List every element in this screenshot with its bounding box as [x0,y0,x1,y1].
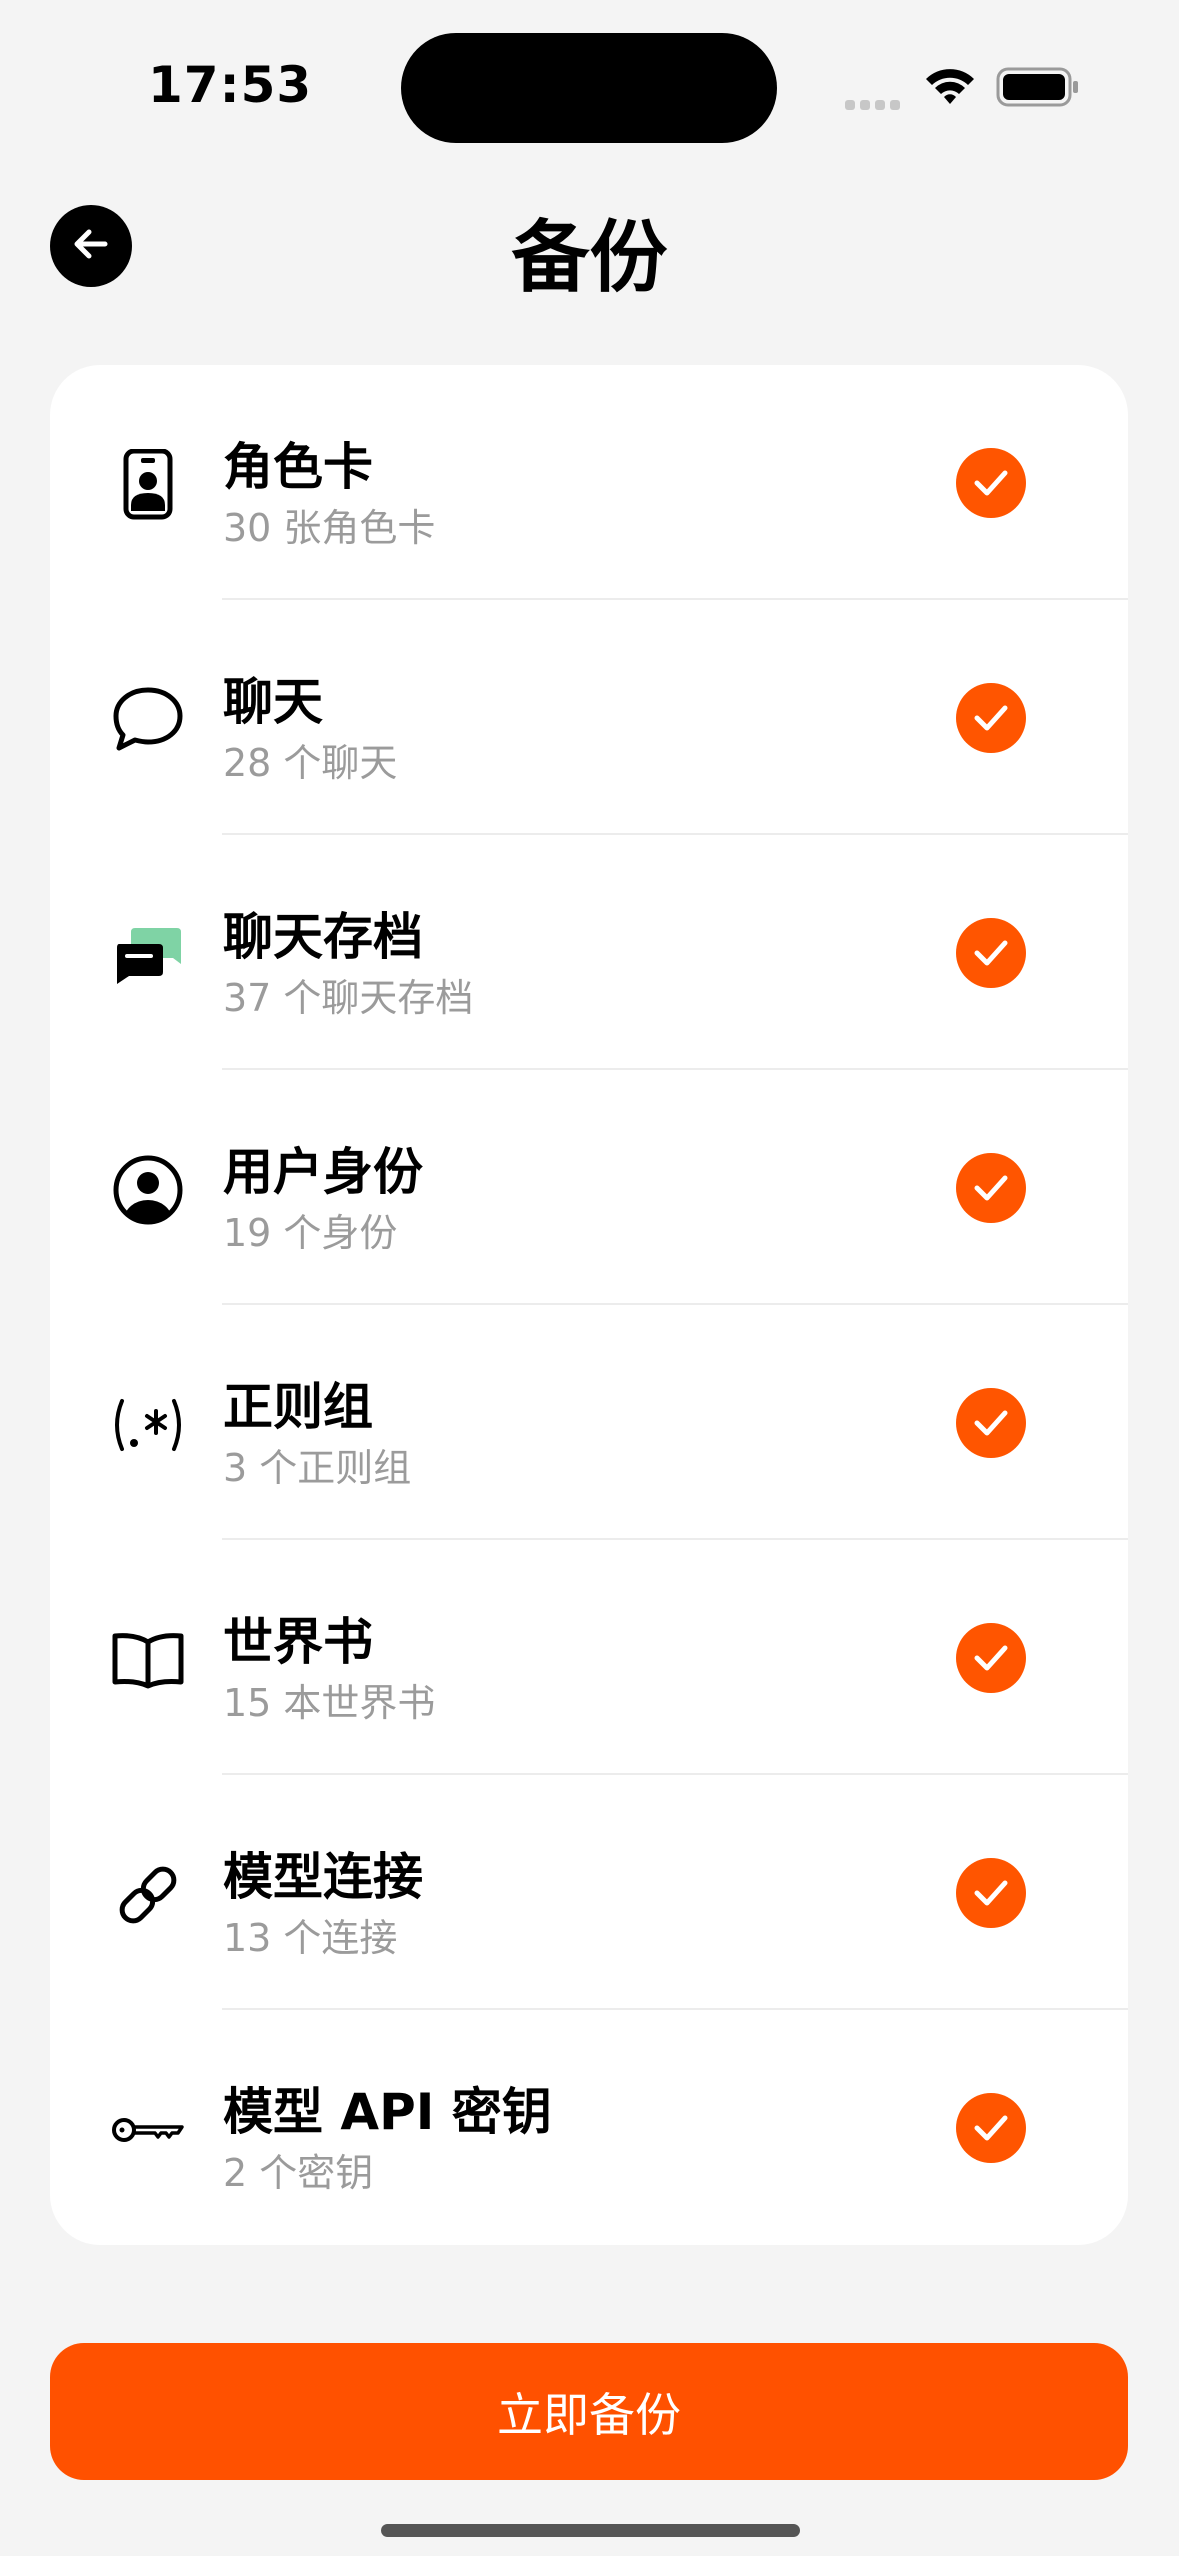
cellular-signal-icon [845,95,905,114]
home-indicator [381,2524,800,2537]
item-subtitle: 13 个连接 [223,1916,398,1960]
backup-item-character-cards[interactable]: 角色卡 30 张角色卡 [50,365,1128,600]
checkmark-icon[interactable] [956,1388,1026,1458]
item-subtitle: 28 个聊天 [223,741,398,785]
backup-item-regex-groups[interactable]: 正则组 3 个正则组 [50,1305,1128,1540]
item-title: 模型连接 [223,1848,423,1906]
item-subtitle: 3 个正则组 [223,1446,412,1490]
checkmark-icon[interactable] [956,918,1026,988]
checkmark-icon[interactable] [956,2093,1026,2163]
item-title: 角色卡 [223,438,373,496]
backup-item-model-api-keys[interactable]: 模型 API 密钥 2 个密钥 [50,2010,1128,2245]
backup-item-model-connections[interactable]: 模型连接 13 个连接 [50,1775,1128,2010]
dynamic-island [401,33,777,143]
wifi-icon [924,66,976,110]
status-bar: 17:53 [0,0,1179,170]
user-circle-icon [110,1152,186,1228]
page-title: 备份 [511,213,668,303]
item-subtitle: 37 个聊天存档 [223,976,474,1020]
backup-now-button[interactable]: 立即备份 [50,2343,1128,2480]
backup-item-user-personas[interactable]: 用户身份 19 个身份 [50,1070,1128,1305]
item-title: 用户身份 [223,1143,423,1201]
status-time: 17:53 [148,56,313,114]
link-icon [110,1857,186,1933]
item-subtitle: 30 张角色卡 [223,506,436,550]
item-title: 聊天 [223,673,323,731]
checkmark-icon[interactable] [956,1623,1026,1693]
backup-item-chat-archives[interactable]: 聊天存档 37 个聊天存档 [50,835,1128,1070]
key-icon [110,2092,186,2168]
backup-items-list: 角色卡 30 张角色卡 聊天 28 个聊天 聊天存档 37 个聊天存档 用户身份… [50,365,1128,2245]
checkmark-icon[interactable] [956,683,1026,753]
book-icon [110,1622,186,1698]
checkmark-icon[interactable] [956,1858,1026,1928]
item-title: 世界书 [223,1613,373,1671]
item-title: 模型 API 密钥 [223,2083,552,2141]
item-title: 聊天存档 [223,908,423,966]
checkmark-icon[interactable] [956,448,1026,518]
backup-item-world-books[interactable]: 世界书 15 本世界书 [50,1540,1128,1775]
item-subtitle: 19 个身份 [223,1211,398,1255]
chat-bubble-icon [110,682,186,758]
regex-icon [110,1387,186,1463]
item-title: 正则组 [223,1378,373,1436]
id-badge-icon [110,447,186,523]
checkmark-icon[interactable] [956,1153,1026,1223]
battery-icon [996,66,1080,112]
chat-archive-icon [110,917,186,993]
item-subtitle: 2 个密钥 [223,2151,374,2195]
item-subtitle: 15 本世界书 [223,1681,436,1725]
backup-item-chats[interactable]: 聊天 28 个聊天 [50,600,1128,835]
